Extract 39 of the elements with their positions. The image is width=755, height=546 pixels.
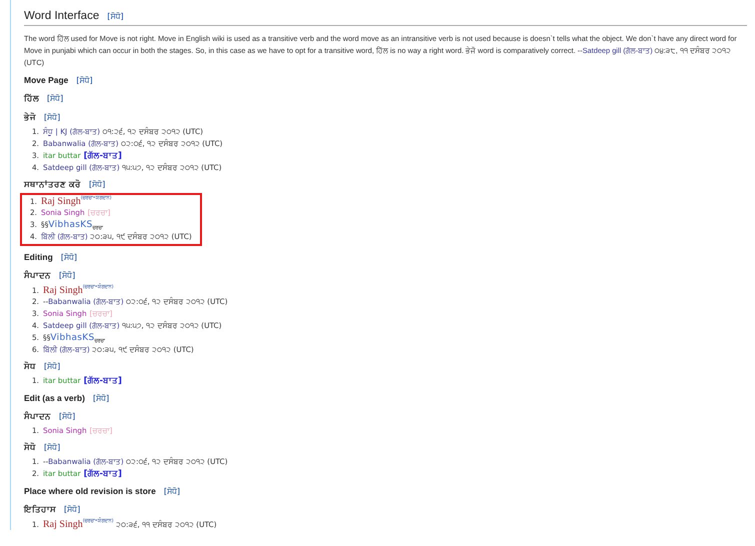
edit-link[interactable]: [ਸੋਧੋ] <box>44 442 60 454</box>
section-heading: ਸੰਪਾਦਨ <box>24 270 51 282</box>
talk-link[interactable]: (ਚਰਚਾ•ਯੋਗਦਾਨ) <box>80 195 112 201</box>
edit-link[interactable]: [ਸੋਧੋ] <box>60 252 78 264</box>
edit-link[interactable]: [ਸੋਧੋ] <box>164 486 180 498</box>
edit-link[interactable]: [ਸੋਧੋ] <box>88 179 106 191</box>
talk-link[interactable]: ਚਰਚਾ <box>94 338 104 344</box>
section-heading: ਸੋਧੋ <box>24 442 36 454</box>
user-link[interactable]: Raj Singh <box>43 285 83 296</box>
talk-link[interactable]: (ਚਰਚਾ•ਯੋਗਦਾਨ) <box>82 518 114 524</box>
section-heading: Word Interface <box>24 10 100 22</box>
edit-link[interactable]: [ਸੋਧੋ] <box>47 93 64 105</box>
user-link[interactable]: VibhasKS <box>50 333 94 343</box>
talk-link[interactable]: [ਗੱਲ-ਬਾਤ] <box>84 151 122 161</box>
talk-link[interactable]: (ਚਰਚਾ•ਯੋਗਦਾਨ) <box>82 284 114 290</box>
talk-link[interactable]: [ਗੱਲ-ਬਾਤ] <box>84 469 122 479</box>
edit-link[interactable]: [ਸੋਧੋ] <box>64 504 80 516</box>
section-heading: Place where old revision is store <box>24 485 156 497</box>
edit-link[interactable]: [ਸੋਧੋ] <box>107 11 124 23</box>
section-heading: ਭੇਜੋ <box>24 112 36 124</box>
section-heading: Edit (as a verb) <box>24 392 85 404</box>
section-heading: ਸੰਪਾਦਨ <box>24 411 51 423</box>
section-heading: ਇਤਿਹਾਸ <box>24 504 56 516</box>
edit-link[interactable]: [ਸੋਧੋ] <box>59 270 76 282</box>
talk-link[interactable]: ਚਰਚਾ <box>92 225 102 231</box>
user-link[interactable]: Raj Singh <box>43 519 83 530</box>
section-heading: Editing <box>24 251 53 263</box>
edit-link[interactable]: [ਸੋਧੋ] <box>44 112 60 124</box>
talk-link[interactable]: [ਗੱਲ-ਬਾਤ] <box>84 376 122 386</box>
section-heading: ਹਿੱਲ <box>24 93 39 105</box>
user-link[interactable]: VibhasKS <box>48 220 92 230</box>
edit-link[interactable]: [ਸੋਧੋ] <box>44 361 60 373</box>
edit-link[interactable]: [ਸੋਧੋ] <box>92 393 110 405</box>
edit-link[interactable]: [ਸੋਧੋ] <box>59 411 76 423</box>
section-heading: ਸੋਧ <box>24 361 36 373</box>
user-link[interactable]: Raj Singh <box>41 196 81 207</box>
edit-link[interactable]: [ਸੋਧੋ] <box>76 75 93 87</box>
section-heading: Move Page <box>24 74 68 86</box>
section-heading: ਸਥਾਨਾਂਤਰਣ ਕਰੋ <box>24 179 81 191</box>
